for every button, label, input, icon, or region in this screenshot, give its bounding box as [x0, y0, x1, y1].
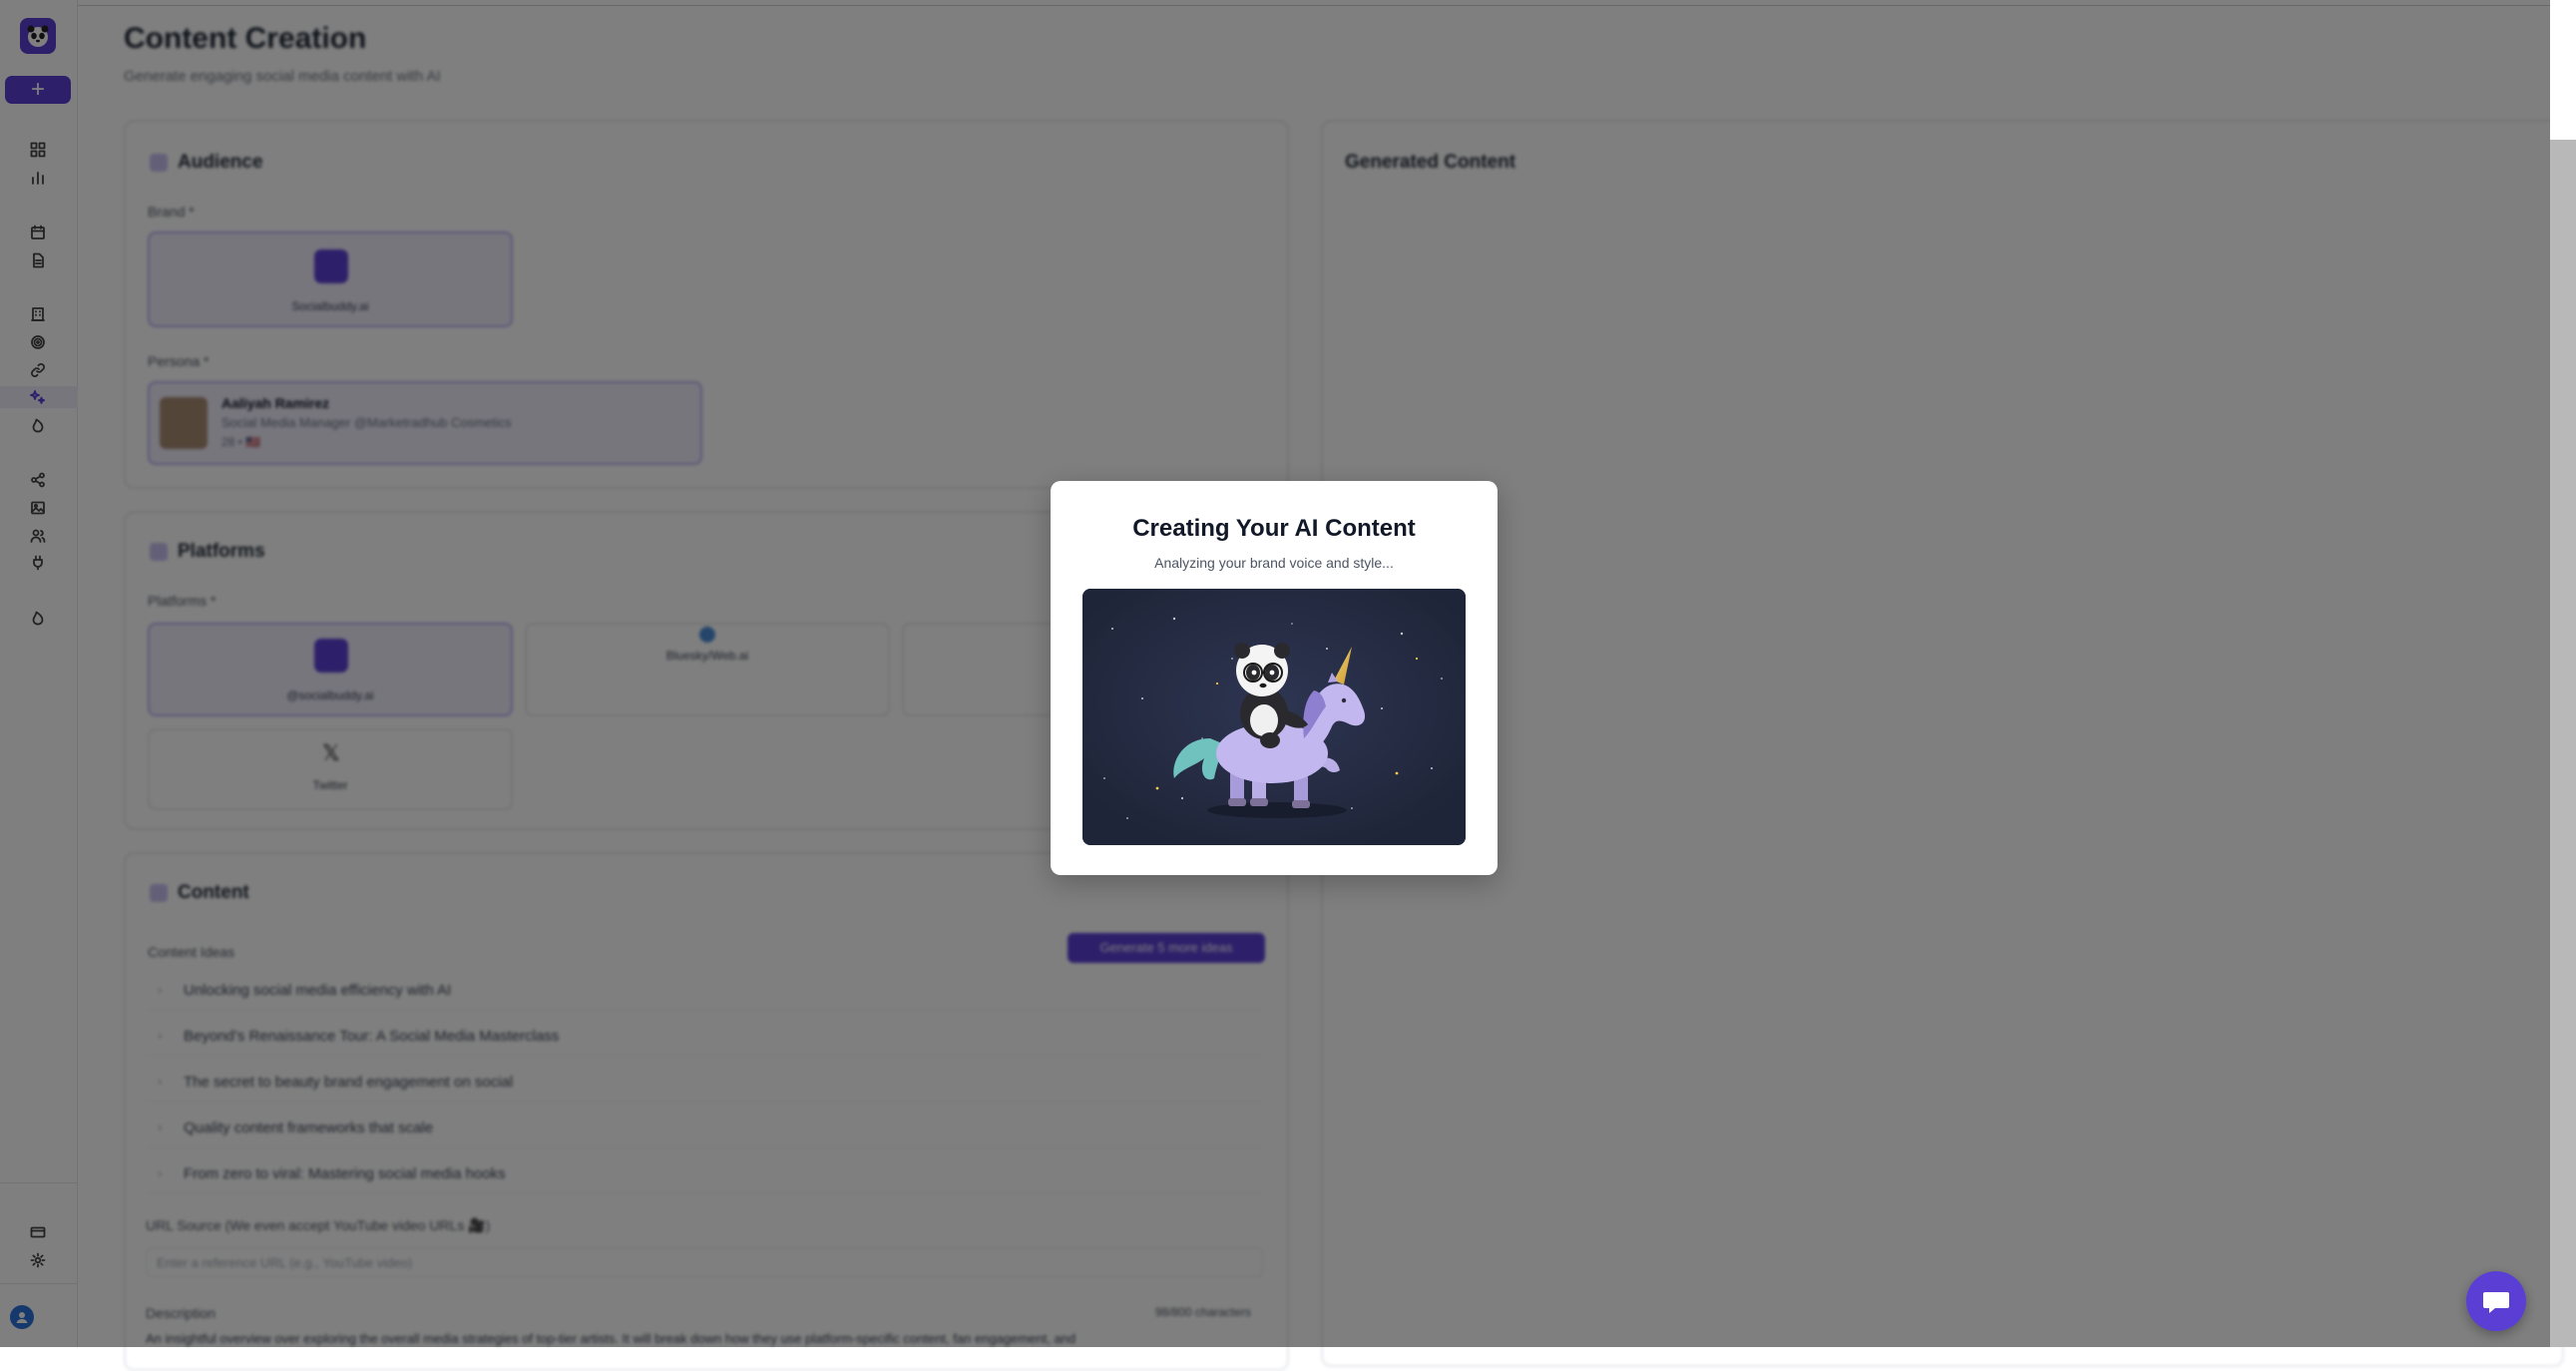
modal-subtitle: Analyzing your brand voice and style... — [1154, 555, 1394, 571]
scrollbar-thumb[interactable] — [2550, 140, 2576, 1347]
scrollbar-top — [2550, 0, 2576, 140]
chat-icon — [2483, 1292, 2509, 1313]
creating-content-modal: Creating Your AI Content Analyzing your … — [1051, 481, 1498, 875]
panda-unicorn-illustration — [1082, 589, 1466, 845]
scrollbar-track[interactable] — [2550, 0, 2576, 1347]
chat-support-button[interactable] — [2466, 1271, 2526, 1331]
panda-riding-unicorn-icon — [1082, 589, 1466, 845]
modal-title: Creating Your AI Content — [1132, 515, 1416, 542]
